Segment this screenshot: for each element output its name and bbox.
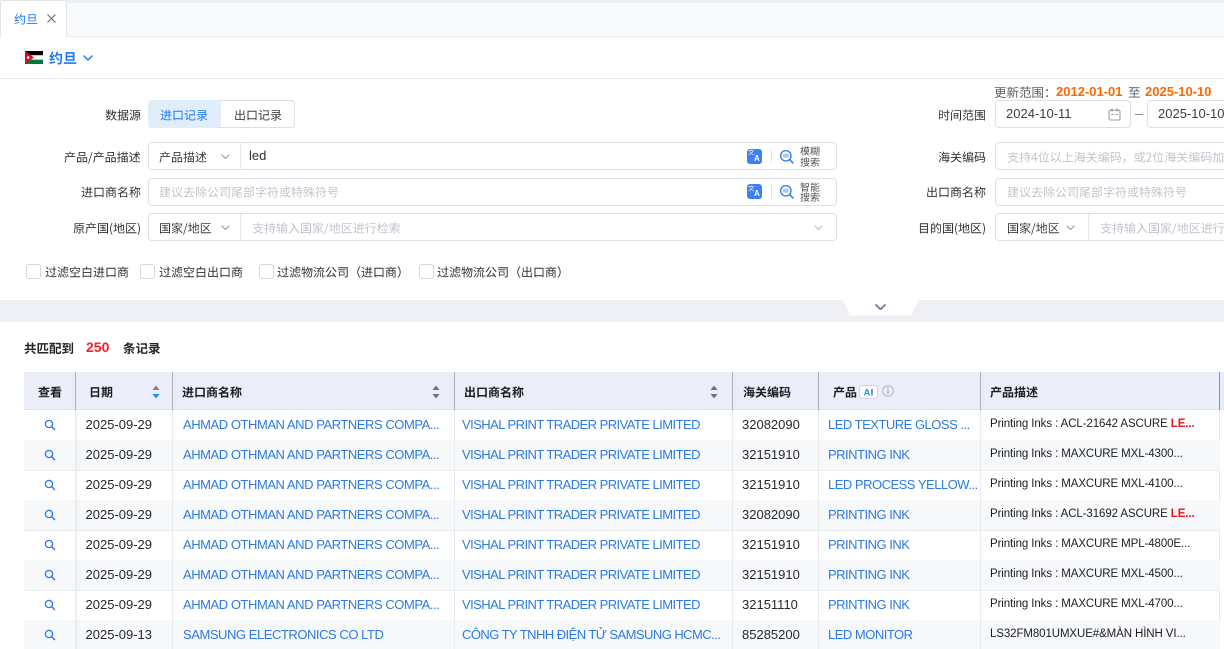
svg-text:AI: AI (864, 387, 874, 398)
